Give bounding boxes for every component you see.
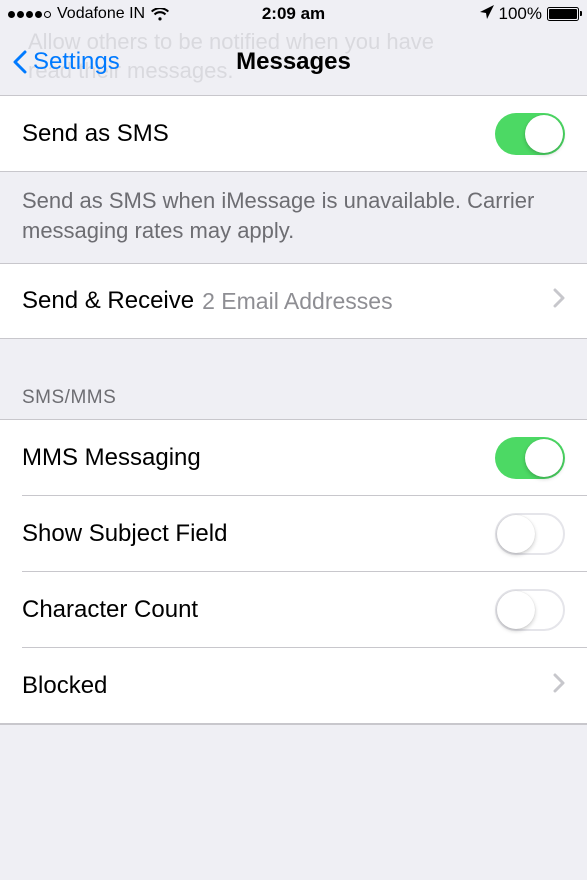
show-subject-row: Show Subject Field bbox=[0, 496, 587, 572]
mms-messaging-label: MMS Messaging bbox=[22, 444, 201, 472]
chevron-right-icon bbox=[553, 287, 565, 315]
battery-icon bbox=[547, 7, 579, 21]
status-bar: Vodafone IN 2:09 am 100% bbox=[0, 0, 587, 28]
wifi-icon bbox=[151, 8, 169, 21]
carrier-label: Vodafone IN bbox=[57, 5, 145, 23]
back-label: Settings bbox=[33, 48, 120, 76]
show-subject-label: Show Subject Field bbox=[22, 520, 227, 548]
character-count-row: Character Count bbox=[0, 572, 587, 648]
page-title: Messages bbox=[236, 48, 351, 76]
send-receive-row[interactable]: Send & Receive 2 Email Addresses bbox=[0, 263, 587, 339]
character-count-toggle[interactable] bbox=[495, 589, 565, 631]
location-icon bbox=[480, 4, 494, 24]
character-count-label: Character Count bbox=[22, 596, 198, 624]
status-time: 2:09 am bbox=[262, 4, 325, 24]
back-button[interactable]: Settings bbox=[0, 48, 120, 76]
navigation-bar: Settings Messages bbox=[0, 28, 587, 96]
chevron-left-icon bbox=[12, 50, 27, 74]
battery-percentage: 100% bbox=[499, 4, 542, 24]
mms-messaging-toggle[interactable] bbox=[495, 437, 565, 479]
send-as-sms-toggle[interactable] bbox=[495, 113, 565, 155]
blocked-label: Blocked bbox=[22, 672, 107, 700]
send-as-sms-label: Send as SMS bbox=[22, 120, 169, 148]
send-as-sms-row: Send as SMS bbox=[0, 96, 587, 172]
send-as-sms-footer: Send as SMS when iMessage is unavailable… bbox=[0, 172, 587, 263]
show-subject-toggle[interactable] bbox=[495, 513, 565, 555]
mms-messaging-row: MMS Messaging bbox=[0, 420, 587, 496]
chevron-right-icon bbox=[553, 672, 565, 700]
section-header-sms-mms: SMS/MMS bbox=[0, 339, 587, 419]
send-receive-value: 2 Email Addresses bbox=[202, 288, 553, 315]
sms-mms-group: MMS Messaging Show Subject Field Charact… bbox=[0, 419, 587, 725]
blocked-row[interactable]: Blocked bbox=[0, 648, 587, 724]
send-receive-label: Send & Receive bbox=[22, 287, 194, 315]
signal-strength-icon bbox=[8, 11, 51, 18]
